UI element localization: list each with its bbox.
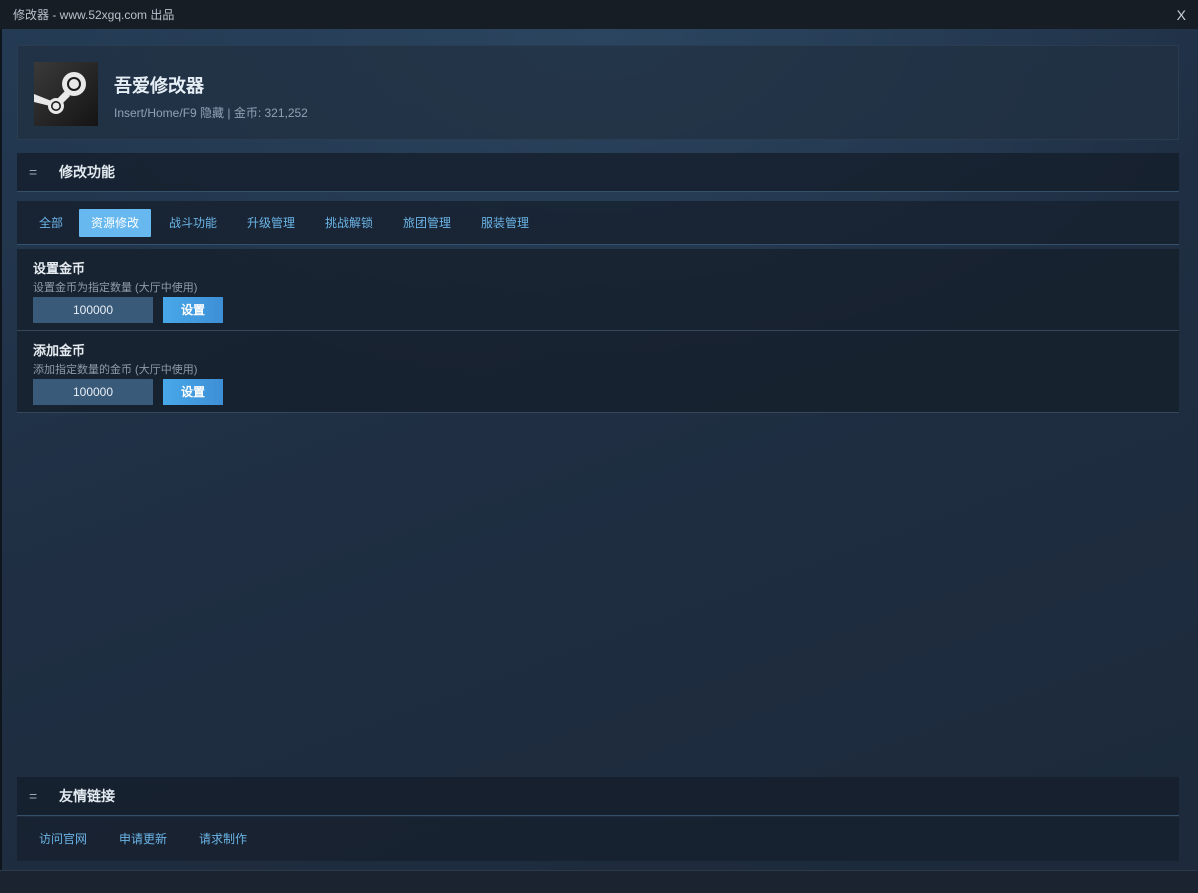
tab-brigade[interactable]: 旅团管理	[391, 209, 463, 237]
app-subtitle: Insert/Home/F9 隐藏 | 金币: 321,252	[114, 106, 308, 120]
gold-amount-input[interactable]	[33, 297, 153, 323]
menu-lines-icon: =	[29, 164, 38, 180]
steam-logo-icon	[34, 62, 98, 126]
tab-upgrade[interactable]: 升级管理	[235, 209, 307, 237]
window-title: 修改器 - www.52xgq.com 出品	[13, 8, 175, 22]
feature-title: 添加金币	[33, 343, 86, 358]
menu-lines-icon: =	[29, 788, 38, 804]
feature-description: 添加指定数量的金币 (大厅中使用)	[33, 364, 198, 376]
section-header-links: = 友情链接	[17, 777, 1179, 816]
link-official-site[interactable]: 访问官网	[27, 825, 99, 853]
feature-row: 设置金币 设置金币为指定数量 (大厅中使用) 设置	[17, 249, 1179, 331]
profile-panel: 吾爱修改器 Insert/Home/F9 隐藏 | 金币: 321,252	[17, 45, 1179, 140]
close-button[interactable]: X	[1177, 7, 1186, 23]
feature-title: 设置金币	[33, 261, 86, 276]
link-request-creation[interactable]: 请求制作	[187, 825, 259, 853]
section-title: 友情链接	[59, 788, 115, 804]
tab-costume[interactable]: 服装管理	[469, 209, 541, 237]
bottom-strip	[0, 870, 1198, 893]
links-panel: 访问官网 申请更新 请求制作	[17, 817, 1179, 861]
app-name: 吾爱修改器	[114, 76, 204, 96]
tab-all[interactable]: 全部	[27, 209, 75, 237]
feature-description: 设置金币为指定数量 (大厅中使用)	[33, 282, 198, 294]
section-header-features: = 修改功能	[17, 153, 1179, 192]
title-bar: 修改器 - www.52xgq.com 出品 X	[0, 0, 1198, 29]
tab-battle[interactable]: 战斗功能	[157, 209, 229, 237]
set-button[interactable]: 设置	[163, 379, 223, 405]
gold-amount-input[interactable]	[33, 379, 153, 405]
set-button[interactable]: 设置	[163, 297, 223, 323]
tab-resource[interactable]: 资源修改	[79, 209, 152, 237]
section-title: 修改功能	[59, 164, 115, 180]
link-request-update[interactable]: 申请更新	[107, 825, 179, 853]
tab-challenge[interactable]: 挑战解锁	[313, 209, 385, 237]
feature-row: 添加金币 添加指定数量的金币 (大厅中使用) 设置	[17, 331, 1179, 413]
tab-bar: 全部 资源修改 战斗功能 升级管理 挑战解锁 旅团管理 服装管理	[17, 201, 1179, 245]
